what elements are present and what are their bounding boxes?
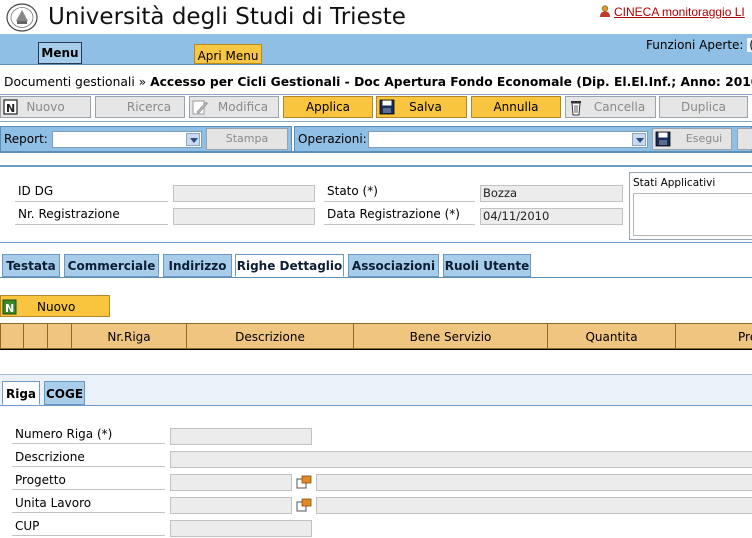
- nuovo-button[interactable]: N Nuovo: [0, 96, 91, 118]
- tab-associazioni[interactable]: Associazioni: [348, 254, 439, 277]
- tab-riga[interactable]: Riga: [2, 381, 40, 405]
- nr-registrazione-field[interactable]: [173, 208, 315, 225]
- report-select[interactable]: [52, 131, 202, 148]
- ricerca-label: Ricerca: [126, 100, 172, 114]
- unita-lavoro-description-field[interactable]: [316, 497, 752, 514]
- grid-header-descrizione[interactable]: Descrizione: [187, 323, 354, 349]
- university-seal-logo: [6, 3, 38, 32]
- nuovo-riga-label: Nuovo: [37, 300, 76, 314]
- tab-coge[interactable]: COGE: [44, 381, 85, 405]
- lookup-icon[interactable]: [296, 475, 312, 489]
- stato-label: Stato (*): [324, 184, 475, 202]
- breadcrumb-current: Accesso per Cicli Gestionali - Doc Apert…: [150, 75, 752, 89]
- id-dg-label: ID DG: [15, 184, 168, 202]
- progetto-label: Progetto: [12, 473, 165, 490]
- data-registrazione-label: Data Registrazione (*): [324, 207, 475, 225]
- tab-testata[interactable]: Testata: [2, 254, 60, 277]
- id-dg-field[interactable]: [173, 185, 315, 202]
- operazioni-label: Operazioni:: [298, 132, 367, 146]
- stati-applicativi-label: Stati Applicativi: [633, 177, 716, 189]
- floppy-disk-icon: [655, 131, 671, 147]
- menu-button[interactable]: Menu: [38, 42, 82, 64]
- grid-divider: [0, 349, 752, 350]
- new-document-icon: N: [3, 99, 18, 115]
- descrizione-field[interactable]: [170, 451, 752, 468]
- apri-menu-button[interactable]: Apri Menu: [194, 44, 262, 64]
- chevron-down-icon[interactable]: [632, 133, 646, 146]
- salva-label: Salva: [409, 100, 442, 114]
- stampa-button[interactable]: Stampa: [206, 128, 288, 150]
- grid-select-column: [0, 323, 24, 349]
- unita-lavoro-label: Unita Lavoro: [12, 496, 165, 513]
- applica-button[interactable]: Applica: [283, 96, 373, 118]
- breadcrumb: Documenti gestionali » Accesso per Cicli…: [4, 75, 752, 89]
- tab-commerciale[interactable]: Commerciale: [64, 254, 159, 277]
- nuovo-label: Nuovo: [26, 100, 65, 114]
- pencil-icon: [192, 100, 208, 115]
- report-label: Report:: [4, 132, 48, 146]
- numero-riga-field[interactable]: [170, 428, 312, 445]
- grid-header-nr-riga[interactable]: Nr.Riga: [72, 323, 187, 349]
- open-functions-label: Funzioni Aperte:: [646, 38, 744, 52]
- chevron-down-icon[interactable]: [186, 133, 200, 146]
- riga-tab-bar: [0, 374, 752, 406]
- grid-header-quantita[interactable]: Quantita: [548, 323, 676, 349]
- user-icon: [600, 5, 610, 17]
- data-registrazione-field[interactable]: 04/11/2010: [480, 208, 623, 225]
- grid-action-column-2: [48, 323, 72, 349]
- lookup-icon[interactable]: [296, 498, 312, 512]
- grid-header-prezzo[interactable]: Pre: [676, 323, 752, 349]
- salva-button[interactable]: Salva: [376, 96, 467, 118]
- descrizione-label: Descrizione: [12, 450, 165, 467]
- grid-action-column: [24, 323, 48, 349]
- operazioni-select[interactable]: [368, 131, 648, 148]
- grid-header-bene-servizio[interactable]: Bene Servizio: [354, 323, 548, 349]
- modifica-label: Modifica: [217, 100, 269, 114]
- unita-lavoro-code-field[interactable]: [170, 497, 292, 514]
- nuovo-riga-button[interactable]: N Nuovo: [0, 295, 110, 317]
- duplica-button[interactable]: Duplica: [659, 96, 748, 118]
- numero-riga-label: Numero Riga (*): [12, 427, 165, 444]
- menu-bar: [0, 34, 752, 65]
- svg-text:N: N: [6, 102, 15, 115]
- tab-ruoli-utente[interactable]: Ruoli Utente: [443, 254, 531, 277]
- extra-button[interactable]: [737, 128, 752, 150]
- tab-righe-dettaglio[interactable]: Righe Dettaglio: [235, 254, 344, 277]
- nr-registrazione-label: Nr. Registrazione: [15, 207, 168, 225]
- open-functions-indicator[interactable]: Funzioni Aperte: (1: [646, 38, 752, 52]
- progetto-code-field[interactable]: [170, 474, 292, 491]
- floppy-disk-icon: [379, 99, 395, 115]
- esegui-button[interactable]: Esegui: [652, 128, 732, 150]
- monitor-link[interactable]: CINECA monitoraggio LI: [599, 5, 745, 19]
- new-document-icon: N: [2, 299, 17, 315]
- breadcrumb-root[interactable]: Documenti gestionali »: [4, 75, 146, 89]
- cup-field[interactable]: [170, 520, 312, 537]
- open-functions-count[interactable]: (1: [747, 38, 752, 52]
- cancella-label: Cancella: [593, 100, 646, 114]
- cup-label: CUP: [12, 519, 165, 536]
- svg-text:N: N: [5, 302, 14, 315]
- ricerca-button[interactable]: Ricerca: [95, 96, 185, 118]
- stati-applicativi-list[interactable]: [633, 193, 752, 236]
- stato-field[interactable]: Bozza: [480, 185, 623, 202]
- annulla-button[interactable]: Annulla: [471, 96, 561, 118]
- trash-icon: [571, 101, 581, 116]
- progetto-description-field[interactable]: [316, 474, 752, 491]
- app-title: Università degli Studi di Trieste: [48, 4, 406, 30]
- monitor-link-label[interactable]: CINECA monitoraggio LI: [614, 5, 745, 19]
- modifica-button[interactable]: Modifica: [189, 96, 279, 118]
- tab-indirizzo[interactable]: Indirizzo: [163, 254, 232, 277]
- cancella-button[interactable]: Cancella: [565, 96, 656, 118]
